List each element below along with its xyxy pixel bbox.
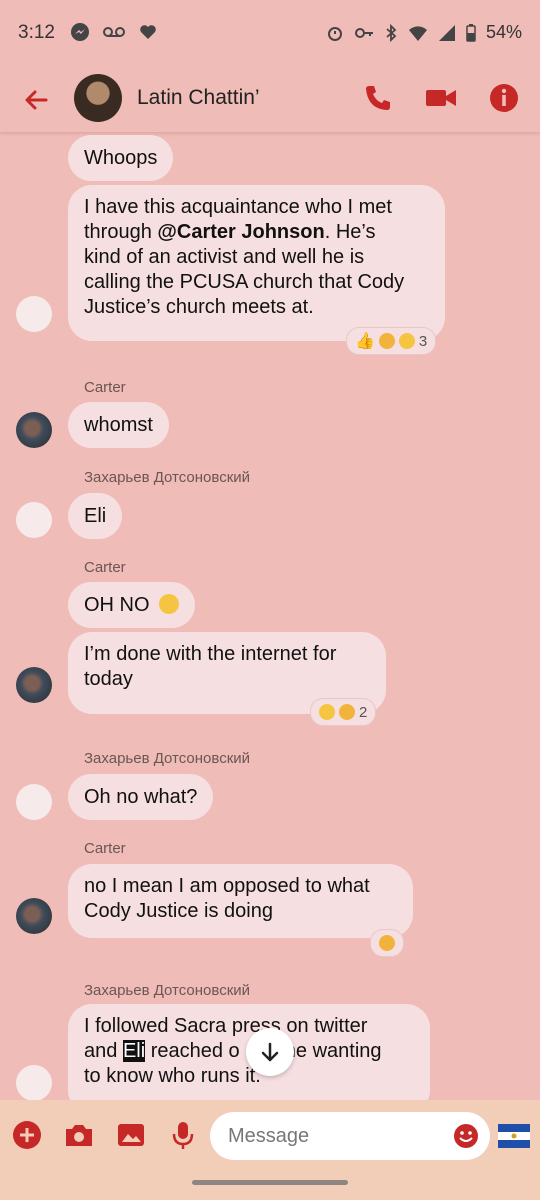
status-bar: 3:12 54% <box>0 0 540 68</box>
thumbs-up-emoji: 👍 <box>355 333 375 350</box>
gesture-navigation-bar[interactable] <box>192 1180 348 1185</box>
reaction-count: 3 <box>418 332 428 350</box>
reactions-pill[interactable] <box>370 929 404 957</box>
message-bubble[interactable]: whomst <box>68 402 169 448</box>
message-text: no I mean I am opposed to what <box>84 875 370 897</box>
mention-carter[interactable]: @Carter Johnson <box>157 221 324 243</box>
carter-avatar[interactable] <box>16 667 52 703</box>
sender-name: Carter <box>84 559 126 576</box>
battery-percent: 54% <box>485 22 522 42</box>
message-text: today <box>84 668 133 690</box>
el-salvador-flag-icon[interactable] <box>498 1124 530 1148</box>
heart-eyes-cat-emoji <box>379 935 395 951</box>
arrow-down-icon <box>261 1042 279 1062</box>
key-icon <box>354 27 373 38</box>
message-text-line: through @Carter Johnson. He’s <box>84 221 376 243</box>
messenger-icon <box>71 23 89 41</box>
microphone-icon[interactable] <box>166 1118 200 1152</box>
message-text: Eli <box>84 505 107 527</box>
message-text: I’m done with the internet for <box>84 643 337 665</box>
carter-avatar[interactable] <box>16 898 52 934</box>
sender-name: Захарьев Дотсоновский <box>84 469 251 486</box>
sender-avatar[interactable] <box>16 1065 52 1100</box>
reactions-pill[interactable]: 2 <box>310 698 377 726</box>
status-time: 3:12 <box>18 22 55 43</box>
message-bubble[interactable]: Whoops <box>68 135 174 181</box>
message-field[interactable] <box>210 1112 490 1160</box>
alarm-icon <box>327 26 342 41</box>
battery-icon <box>466 23 476 42</box>
message-bubble[interactable]: I have this acquaintance who I met throu… <box>68 185 445 341</box>
phone-icon[interactable] <box>362 82 394 114</box>
scroll-to-bottom-button[interactable] <box>246 1028 294 1076</box>
voicemail-icon <box>103 27 125 37</box>
message-text: I followed Sacra press on twitter <box>84 1015 368 1037</box>
message-bubble[interactable]: Eli <box>68 493 123 539</box>
laughing-face-emoji <box>319 704 335 720</box>
message-text: to know who runs it. <box>84 1065 261 1087</box>
weary-face-emoji <box>159 594 180 614</box>
message-list[interactable]: Whoops I have this acquaintance who I me… <box>0 132 540 1100</box>
group-avatar[interactable] <box>74 74 122 122</box>
emoji-picker-icon[interactable] <box>452 1122 480 1150</box>
conversation-header: Latin Chattin’ <box>0 68 540 133</box>
camera-icon[interactable] <box>62 1118 96 1152</box>
reactions-pill[interactable]: 👍 3 <box>346 327 437 355</box>
conversation-title[interactable]: Latin Chattin’ <box>137 86 260 110</box>
sender-avatar[interactable] <box>16 784 52 820</box>
video-call-icon[interactable] <box>424 82 458 114</box>
sender-name: Захарьев Дотсоновский <box>84 750 251 767</box>
carter-avatar[interactable] <box>16 412 52 448</box>
composer-bar <box>0 1100 540 1200</box>
gallery-icon[interactable] <box>114 1118 148 1152</box>
sender-avatar[interactable] <box>16 296 52 332</box>
message-bubble[interactable]: Oh no what? <box>68 774 214 820</box>
message-text: kind of an activist and well he is <box>84 246 365 268</box>
wifi-icon <box>408 25 427 41</box>
sender-name: Захарьев Дотсоновский <box>84 982 251 999</box>
message-text: Oh no what? <box>84 786 198 808</box>
message-text: calling the PCUSA church that Cody <box>84 271 405 293</box>
reaction-count: 2 <box>359 703 368 721</box>
info-icon[interactable] <box>488 82 520 114</box>
signal-icon <box>438 24 455 41</box>
message-text: Whoops <box>84 147 158 169</box>
sender-name: Carter <box>84 840 126 857</box>
bluetooth-icon <box>386 23 397 42</box>
message-text: whomst <box>84 414 153 436</box>
add-circle-icon[interactable] <box>10 1118 44 1152</box>
message-text: OH NO <box>84 594 150 616</box>
scream-cat-emoji <box>378 333 395 349</box>
message-bubble[interactable]: OH NO <box>68 582 196 628</box>
relieved-face-emoji <box>398 333 415 349</box>
selected-text-highlight[interactable]: Eli <box>122 1040 146 1062</box>
sender-avatar[interactable] <box>16 502 52 538</box>
message-text: Cody Justice is doing <box>84 900 273 922</box>
back-arrow-icon[interactable] <box>20 84 52 116</box>
message-text: I have this acquaintance who I met <box>84 196 392 218</box>
joy-cat-emoji <box>339 704 355 720</box>
sender-name: Carter <box>84 379 126 396</box>
heart-icon <box>140 25 156 39</box>
message-text: Justice’s church meets at. <box>84 296 314 318</box>
message-input[interactable] <box>226 1124 440 1149</box>
message-bubble[interactable]: no I mean I am opposed to what Cody Just… <box>68 864 413 938</box>
